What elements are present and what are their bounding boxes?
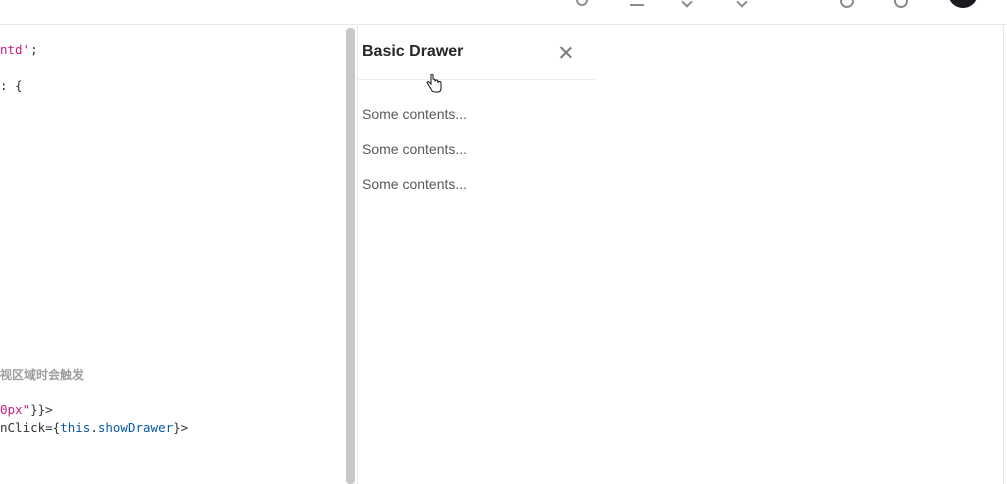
code-comment: 视区域时会触发 (0, 368, 85, 382)
settings-icon[interactable] (894, 0, 908, 8)
code-text: }}> (30, 402, 53, 417)
search-icon[interactable] (576, 0, 588, 6)
code-text: . (90, 420, 98, 435)
drawer: Basic Drawer Some contents... Some conte… (358, 25, 595, 484)
chevron-down-icon[interactable] (736, 0, 748, 8)
code-line: ntd'; (0, 42, 38, 57)
github-icon[interactable] (840, 0, 854, 8)
preview-border (1003, 25, 1004, 484)
drawer-content-line: Some contents... (362, 141, 468, 157)
hand-cursor-icon (426, 74, 442, 93)
drawer-title: Basic Drawer (362, 43, 464, 60)
top-navigation-bar (0, 0, 1007, 25)
drawer-content-line: Some contents... (362, 106, 468, 122)
code-line: nClick={this.showDrawer}> (0, 420, 188, 435)
code-text: : { (0, 78, 23, 93)
code-string: 0px" (0, 402, 31, 417)
code-keyword: showDrawer (97, 420, 174, 435)
code-text: }> (173, 420, 189, 435)
code-string: ntd' (0, 42, 31, 57)
code-line: 0px"}}> (0, 402, 53, 417)
code-line: : { (0, 78, 23, 93)
code-keyword: this (60, 420, 91, 435)
scrollbar[interactable] (346, 28, 355, 484)
code-editor[interactable]: ntd'; : { 视区域时会触发 0px"}}> nClick={this.s… (0, 25, 344, 484)
edit-icon[interactable] (630, 4, 644, 6)
close-icon[interactable] (557, 44, 575, 62)
chevron-down-icon[interactable] (681, 0, 693, 8)
drawer-content-line: Some contents... (362, 176, 468, 192)
avatar[interactable] (948, 0, 978, 8)
code-text: ; (30, 42, 38, 57)
code-text: nClick={ (0, 420, 61, 435)
drawer-header: Basic Drawer (358, 25, 595, 80)
